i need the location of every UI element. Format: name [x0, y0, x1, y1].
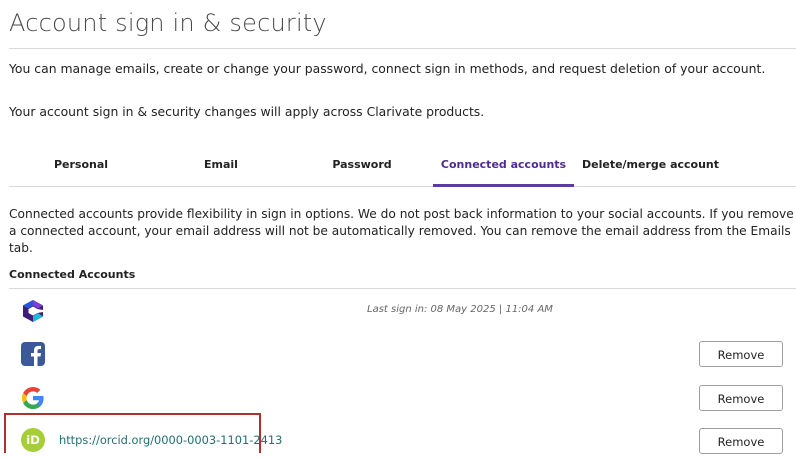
connected-account-row: Last sign in: 08 May 2025 | 11:04 AM — [9, 290, 796, 332]
page-title: Account sign in & security — [9, 9, 327, 37]
tab-delete-merge-account[interactable]: Delete/merge account — [582, 150, 719, 184]
orcid-highlight-box — [4, 413, 261, 453]
connected-accounts-description: Connected accounts provide flexibility i… — [9, 207, 794, 255]
tab-connected-accounts[interactable]: Connected accounts — [433, 150, 574, 187]
facebook-icon — [21, 342, 45, 366]
products-note: Your account sign in & security changes … — [9, 104, 485, 119]
account-tabs: Personal Email Password Connected accoun… — [9, 150, 796, 187]
last-sign-in-text: Last sign in: 08 May 2025 | 11:04 AM — [367, 304, 553, 315]
tab-email[interactable]: Email — [171, 150, 271, 184]
remove-orcid-button[interactable]: Remove — [699, 428, 783, 454]
intro-text: You can manage emails, create or change … — [9, 61, 766, 76]
remove-facebook-button[interactable]: Remove — [699, 341, 783, 367]
section-divider — [9, 288, 796, 289]
connected-account-row: Remove — [9, 333, 796, 375]
remove-google-button[interactable]: Remove — [699, 385, 783, 411]
connected-accounts-heading: Connected Accounts — [9, 268, 136, 281]
clarivate-icon — [21, 299, 45, 323]
title-divider — [9, 48, 796, 49]
tab-password[interactable]: Password — [311, 150, 413, 184]
tab-personal[interactable]: Personal — [33, 150, 129, 184]
google-icon — [21, 386, 45, 410]
